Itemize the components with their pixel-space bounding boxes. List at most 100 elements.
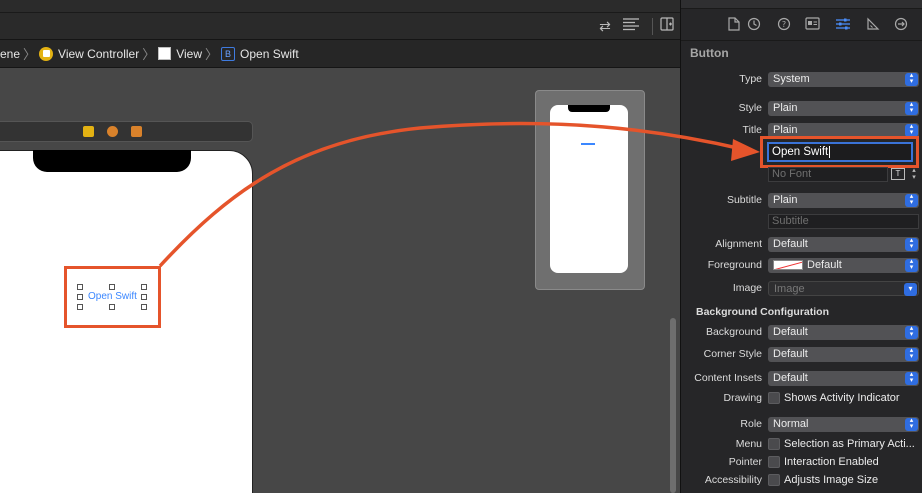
toolbar-divider xyxy=(652,18,653,35)
popup-arrows-icon: ▴ ▾ xyxy=(905,258,918,272)
popup-arrows-icon: ▴ ▾ xyxy=(905,101,918,115)
shows-activity-indicator-label: Shows Activity Indicator xyxy=(784,392,900,404)
font-placeholder: No Font xyxy=(772,168,812,180)
image-combo[interactable]: Image ▾ xyxy=(768,281,919,296)
alignment-value: Default xyxy=(773,238,808,250)
shows-activity-indicator-checkbox[interactable] xyxy=(768,392,780,404)
foreground-popup[interactable]: Default ▴ ▾ xyxy=(768,258,919,273)
role-value: Normal xyxy=(773,418,809,430)
subtitle-field[interactable]: Subtitle xyxy=(768,214,919,229)
interaction-enabled-checkbox[interactable] xyxy=(768,456,780,468)
first-responder-icon[interactable] xyxy=(107,126,118,137)
background-popup[interactable]: Default ▴ ▾ xyxy=(768,325,919,340)
breadcrumb-view[interactable]: View xyxy=(158,47,202,61)
drawing-label: Drawing xyxy=(723,392,762,404)
role-popup[interactable]: Normal ▴ ▾ xyxy=(768,417,919,432)
adjusts-image-size-checkbox[interactable] xyxy=(768,474,780,486)
breadcrumb-button-label: Open Swift xyxy=(240,46,299,61)
attributes-icon[interactable] xyxy=(834,17,852,35)
popup-arrows-icon: ▴ ▾ xyxy=(905,237,918,251)
selection-as-primary-action-checkbox[interactable] xyxy=(768,438,780,450)
selection-as-primary-action-label: Selection as Primary Acti... xyxy=(784,438,915,450)
minimap-button xyxy=(581,143,595,145)
popup-arrows-icon: ▴ ▾ xyxy=(905,347,918,361)
corner-style-popup[interactable]: Default ▴ ▾ xyxy=(768,347,919,362)
storyboard-canvas[interactable]: Open Swift xyxy=(0,68,680,493)
tab-strip xyxy=(0,0,680,13)
type-label: Type xyxy=(739,73,762,85)
editor-toolbar: ⇄ xyxy=(0,13,680,40)
attributes-inspector: ? Button Type System ▴ ▾ Style Plain ▴ ▾… xyxy=(680,0,922,493)
title-value: Plain xyxy=(773,124,798,136)
view-controller-icon xyxy=(39,46,54,61)
pointer-label: Pointer xyxy=(728,456,762,468)
add-editor-icon[interactable] xyxy=(657,17,677,36)
inspector-tab-bar: ? xyxy=(681,9,922,41)
content-insets-label: Content Insets xyxy=(694,372,762,384)
menu-label: Menu xyxy=(735,438,762,450)
chevron-right-icon: 〉 xyxy=(142,47,156,62)
breadcrumb: ene 〉 View Controller 〉 View 〉 B Open Sw… xyxy=(0,40,680,68)
accessibility-label: Accessibility xyxy=(704,474,762,486)
button-icon: B xyxy=(221,46,236,61)
file-icon[interactable] xyxy=(725,17,743,35)
lines-icon[interactable] xyxy=(621,17,641,36)
subtitle-popup[interactable]: Plain ▴ ▾ xyxy=(768,193,919,208)
popup-arrows-icon: ▴ ▾ xyxy=(905,417,918,431)
background-label: Background xyxy=(705,326,762,338)
font-size-stepper[interactable]: ▴ ▾ xyxy=(909,167,919,181)
corner-style-value: Default xyxy=(773,348,808,360)
annotation-highlight-title-field xyxy=(760,136,919,168)
scene-minimap[interactable] xyxy=(535,90,645,290)
annotation-highlight-button xyxy=(64,266,161,328)
alignment-popup[interactable]: Default ▴ ▾ xyxy=(768,237,919,252)
popup-arrows-icon: ▴ ▾ xyxy=(905,72,918,86)
role-label: Role xyxy=(740,418,762,430)
interface-builder-editor: ⇄ ene 〉 View Controller 〉 View 〉 B Open … xyxy=(0,0,680,493)
section-title-button: Button xyxy=(690,46,729,60)
type-value: System xyxy=(773,73,810,85)
breadcrumb-button[interactable]: B Open Swift xyxy=(221,46,299,61)
font-picker-button[interactable]: T xyxy=(891,168,905,180)
background-value: Default xyxy=(773,326,808,338)
xcode-window: ⇄ ene 〉 View Controller 〉 View 〉 B Open … xyxy=(0,0,922,493)
exit-icon[interactable] xyxy=(131,126,142,137)
style-popup[interactable]: Plain ▴ ▾ xyxy=(768,101,919,116)
scene-dock xyxy=(0,121,253,142)
foreground-value: Default xyxy=(807,259,842,271)
subtitle-label: Subtitle xyxy=(726,194,762,206)
chevron-down-icon: ▾ xyxy=(904,283,917,296)
identity-icon[interactable] xyxy=(803,17,821,35)
chevron-right-icon: 〉 xyxy=(23,47,37,62)
content-insets-popup[interactable]: Default ▴ ▾ xyxy=(768,371,919,386)
image-label: Image xyxy=(732,282,762,294)
breadcrumb-scene[interactable]: ene xyxy=(0,47,20,61)
color-swatch-icon xyxy=(773,260,803,271)
connections-icon[interactable] xyxy=(892,17,910,35)
image-placeholder: Image xyxy=(774,283,805,295)
subtitle-placeholder: Subtitle xyxy=(772,215,809,227)
history-icon[interactable] xyxy=(745,17,763,35)
breadcrumb-view-controller-label: View Controller xyxy=(58,46,140,61)
adjusts-image-size-label: Adjusts Image Size xyxy=(784,474,879,486)
font-field[interactable]: No Font xyxy=(768,167,888,182)
view-controller-dock-icon[interactable] xyxy=(83,126,94,137)
style-label: Style xyxy=(738,102,762,114)
alignment-label: Alignment xyxy=(715,238,762,250)
style-value: Plain xyxy=(773,102,798,114)
foreground-label: Foreground xyxy=(707,259,762,271)
breadcrumb-view-controller[interactable]: View Controller xyxy=(39,46,140,61)
content-insets-value: Default xyxy=(773,372,808,384)
minimap-screen xyxy=(550,105,628,273)
type-popup[interactable]: System ▴ ▾ xyxy=(768,72,919,87)
help-icon[interactable]: ? xyxy=(775,17,793,35)
chevron-right-icon: 〉 xyxy=(205,47,219,62)
background-configuration-title: Background Configuration xyxy=(696,306,829,318)
vertical-scrollbar[interactable] xyxy=(670,318,676,493)
refresh-arrows-icon[interactable]: ⇄ xyxy=(595,17,615,36)
breadcrumb-view-label: View xyxy=(176,46,203,61)
minimap-notch xyxy=(568,105,610,112)
view-icon xyxy=(158,47,172,60)
device-notch xyxy=(33,150,191,172)
size-icon[interactable] xyxy=(864,17,882,35)
